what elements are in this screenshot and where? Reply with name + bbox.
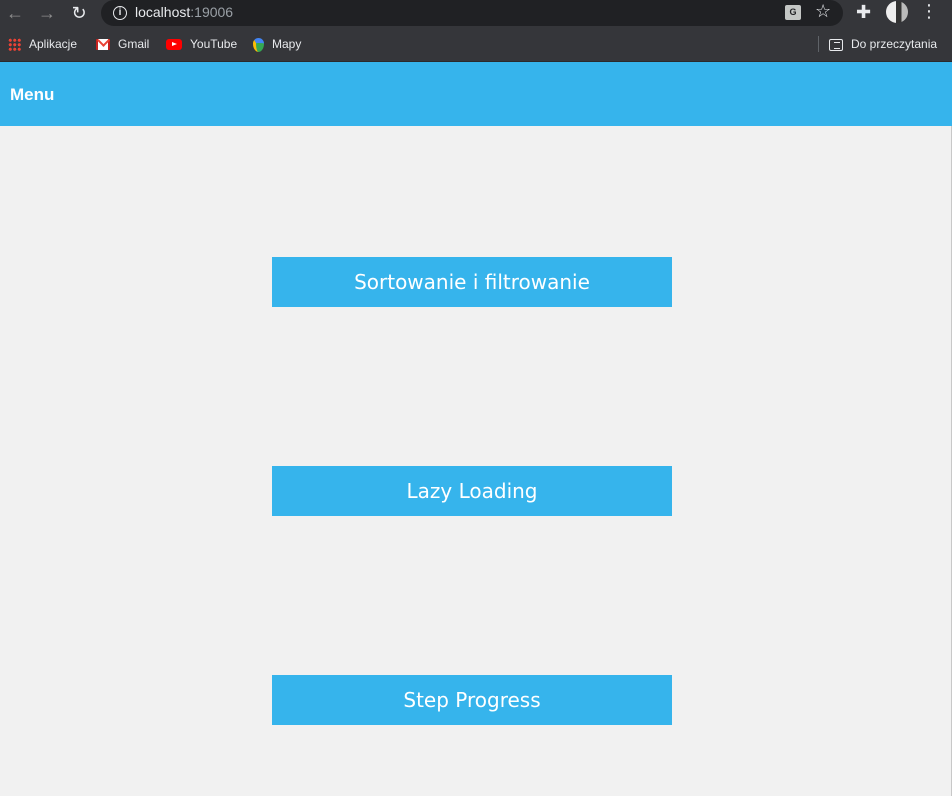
bookmark-label: Mapy [272, 37, 302, 51]
forward-arrow-icon[interactable]: → [36, 2, 58, 24]
gmail-icon [96, 39, 110, 51]
browser-toolbar: ← → ↻ i localhost:19006 G ☆ ✚ ⋮ [0, 0, 952, 26]
browser-menu-icon[interactable]: ⋮ [920, 1, 938, 22]
address-bar[interactable]: i localhost:19006 G ☆ [101, 0, 843, 26]
profile-avatar[interactable] [886, 1, 908, 23]
reading-list-label: Do przeczytania [851, 37, 938, 51]
bookmark-label: YouTube [190, 37, 238, 51]
page-title: Menu [10, 85, 55, 104]
youtube-icon [166, 39, 182, 51]
bookmark-gmail[interactable]: Gmail [96, 35, 149, 53]
site-info-icon[interactable]: i [113, 6, 127, 20]
translate-icon[interactable]: G [785, 5, 801, 20]
step-progress-button[interactable]: Step Progress [272, 675, 672, 725]
sorting-filtering-button[interactable]: Sortowanie i filtrowanie [272, 257, 672, 307]
reading-list-icon [829, 38, 843, 51]
reload-icon[interactable]: ↻ [68, 2, 90, 24]
lazy-loading-button[interactable]: Lazy Loading [272, 466, 672, 516]
bookmark-youtube[interactable]: YouTube [166, 35, 237, 53]
bookmarks-bar: Aplikacje Gmail YouTube Mapy Do przeczyt… [0, 26, 952, 62]
app-header: Menu [0, 62, 952, 126]
bookmark-apps[interactable]: Aplikacje [8, 35, 77, 53]
back-arrow-icon[interactable]: ← [4, 2, 26, 24]
bookmark-label: Aplikacje [29, 37, 78, 51]
url-text[interactable]: localhost:19006 [135, 4, 233, 20]
reading-list-button[interactable]: Do przeczytania [829, 35, 937, 53]
bookmarks-divider [818, 36, 819, 52]
apps-grid-icon [8, 38, 21, 52]
url-host: localhost [135, 4, 191, 20]
maps-icon [253, 37, 264, 52]
bookmark-maps[interactable]: Mapy [253, 35, 301, 53]
bookmark-star-icon[interactable]: ☆ [815, 1, 831, 22]
url-port: :19006 [190, 4, 234, 20]
bookmark-label: Gmail [118, 37, 150, 51]
extensions-puzzle-icon[interactable]: ✚ [856, 2, 871, 23]
